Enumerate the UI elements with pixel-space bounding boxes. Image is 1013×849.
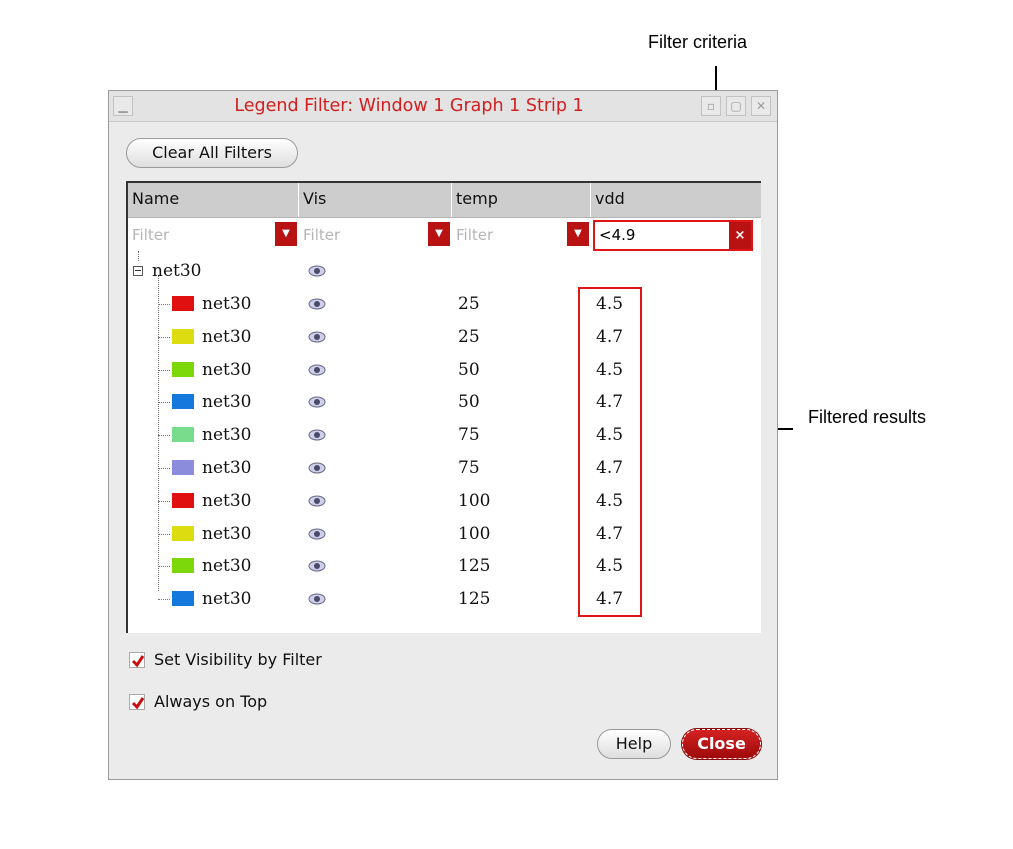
filter-criteria-callout: Filter criteria: [648, 32, 748, 52]
trace-name: net30: [202, 556, 252, 577]
trace-color-swatch: [172, 328, 194, 344]
trace-color-swatch: [172, 591, 194, 607]
tree-connector: [158, 599, 170, 601]
group-name: net30: [152, 261, 202, 281]
temp-value: 100: [458, 523, 491, 544]
temp-value: 125: [458, 556, 491, 577]
trace-color-swatch: [172, 394, 194, 410]
trace-color-swatch: [172, 296, 194, 311]
legend-table: Name Vis temp vdd Filter ▼ Filter ▼ Filt…: [126, 181, 761, 633]
minimize-button[interactable]: ▫: [701, 96, 721, 116]
trace-color-swatch: [172, 361, 194, 377]
maximize-button[interactable]: ▢: [726, 96, 746, 116]
vis-filter-dropdown-icon[interactable]: ▼: [428, 222, 450, 246]
vdd-filter-value[interactable]: <4.9: [599, 222, 635, 249]
column-header-vis[interactable]: Vis: [299, 183, 452, 217]
eye-icon[interactable]: [308, 363, 326, 377]
window-menu-button[interactable]: ▁: [113, 96, 133, 116]
table-row[interactable]: net30 25 4.5: [128, 288, 761, 321]
dialog-title: Legend Filter: Window 1 Graph 1 Strip 1: [234, 96, 584, 116]
trace-color-swatch: [172, 460, 194, 475]
temp-value: 25: [458, 294, 480, 314]
table-row[interactable]: net30 100 4.7: [128, 518, 761, 551]
trace-name: net30: [202, 458, 252, 478]
set-visibility-label: Set Visibility by Filter: [154, 650, 322, 669]
trace-color-swatch: [172, 427, 194, 443]
name-filter-field[interactable]: Filter: [128, 221, 273, 249]
clear-all-filters-button[interactable]: Clear All Filters: [126, 138, 298, 168]
temp-filter-field[interactable]: Filter: [452, 221, 564, 249]
trace-color-swatch: [172, 558, 194, 574]
table-row[interactable]: net30 75 4.5: [128, 419, 761, 452]
vis-filter-field[interactable]: Filter: [299, 221, 424, 249]
clear-filter-icon[interactable]: ×: [729, 222, 751, 249]
temp-value: 125: [458, 589, 491, 610]
temp-value: 75: [458, 458, 480, 478]
table-row[interactable]: net30 125 4.7: [128, 583, 761, 616]
table-row[interactable]: net30 125 4.5: [128, 550, 761, 583]
temp-value: 100: [458, 490, 491, 511]
filtered-results-callout: Filtered results: [808, 407, 927, 427]
name-filter-dropdown-icon[interactable]: ▼: [275, 222, 297, 246]
trace-name: net30: [202, 392, 252, 413]
eye-icon[interactable]: [308, 395, 326, 409]
eye-icon[interactable]: [308, 297, 326, 311]
tree-connector: [158, 500, 170, 502]
set-visibility-checkbox[interactable]: [129, 652, 145, 668]
trace-color-swatch: [172, 492, 194, 508]
window-close-icon[interactable]: ✕: [751, 96, 771, 116]
temp-filter-dropdown-icon[interactable]: ▼: [567, 222, 589, 246]
help-button[interactable]: Help: [597, 729, 671, 759]
column-header-vdd[interactable]: vdd: [591, 183, 761, 217]
trace-name: net30: [202, 326, 252, 347]
eye-icon[interactable]: [308, 559, 326, 573]
eye-icon[interactable]: [308, 494, 326, 508]
tree-connector: [158, 468, 170, 469]
filter-row: Filter ▼ Filter ▼ Filter ▼ <4.9 ×: [128, 218, 761, 251]
tree-group-row[interactable]: net30: [128, 255, 761, 288]
eye-icon[interactable]: [308, 330, 326, 344]
temp-value: 75: [458, 425, 480, 446]
always-on-top-label: Always on Top: [154, 692, 268, 711]
tree-connector: [158, 566, 170, 568]
eye-icon[interactable]: [308, 264, 326, 278]
tree-connector: [158, 304, 170, 305]
trace-name: net30: [202, 523, 252, 544]
trace-name: net30: [202, 589, 252, 610]
collapse-icon[interactable]: [133, 266, 143, 276]
filtered-results-highlight: [578, 287, 642, 617]
table-row[interactable]: net30 25 4.7: [128, 321, 761, 354]
eye-icon[interactable]: [308, 461, 326, 475]
trace-name: net30: [202, 425, 252, 446]
table-row[interactable]: net30 75 4.7: [128, 452, 761, 485]
eye-icon[interactable]: [308, 527, 326, 541]
table-row[interactable]: net30 50 4.5: [128, 354, 761, 387]
eye-icon[interactable]: [308, 428, 326, 442]
trace-color-swatch: [172, 525, 194, 541]
tree-connector: [158, 336, 170, 338]
always-on-top-checkbox[interactable]: [129, 694, 145, 710]
column-header-name[interactable]: Name: [128, 183, 299, 217]
trace-name: net30: [202, 294, 252, 314]
title-bar: ▁ Legend Filter: Window 1 Graph 1 Strip …: [109, 91, 777, 122]
temp-value: 50: [458, 392, 480, 413]
vdd-filter-field[interactable]: <4.9 ×: [593, 220, 753, 251]
column-header-temp[interactable]: temp: [452, 183, 591, 217]
temp-value: 50: [458, 359, 480, 380]
table-header: Name Vis temp vdd: [128, 183, 761, 218]
temp-value: 25: [458, 326, 480, 347]
table-row[interactable]: net30 50 4.7: [128, 386, 761, 419]
tree-connector: [158, 369, 170, 371]
eye-icon[interactable]: [308, 592, 326, 606]
tree-connector: [158, 435, 170, 437]
close-button[interactable]: Close: [682, 729, 761, 759]
tree-connector: [158, 402, 170, 404]
tree-connector: [158, 533, 170, 535]
trace-name: net30: [202, 490, 252, 511]
table-row[interactable]: net30 100 4.5: [128, 485, 761, 518]
trace-name: net30: [202, 359, 252, 380]
legend-filter-dialog: ▁ Legend Filter: Window 1 Graph 1 Strip …: [108, 90, 778, 780]
